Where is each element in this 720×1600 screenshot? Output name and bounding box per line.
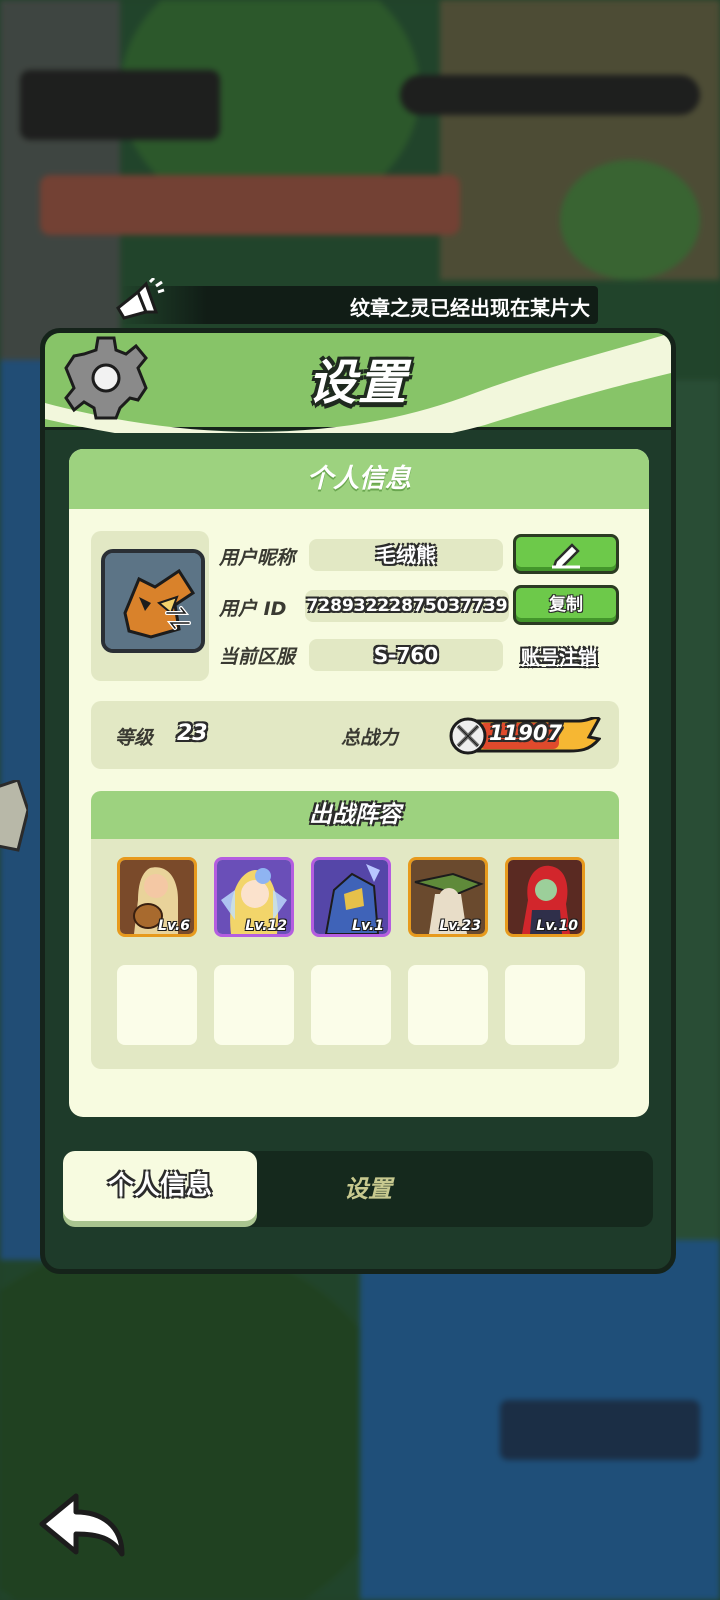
avatar-portrait [105,553,201,649]
hero-slot-4[interactable]: Lv.23 [408,857,488,937]
level-label: 等级 [115,727,154,749]
nickname-field: 毛绒熊 [309,539,503,571]
hero-slot-5[interactable]: Lv.10 [505,857,585,937]
edit-pencil-icon [552,543,580,569]
hero-slot-1[interactable]: Lv.6 [117,857,197,937]
tab-settings[interactable]: 设置 [283,1151,453,1227]
announcement-text: 纹章之灵已经出现在某片大 [350,296,590,320]
empty-slot[interactable] [117,965,197,1045]
hero-level: Lv.6 [158,918,190,934]
profile-card: 个人信息 用户昵称 毛绒熊 用户 ID [69,449,649,1117]
settings-panel: 设置 个人信息 用户昵称 毛绒熊 [40,328,676,1274]
server-field: S-760 [309,639,503,671]
profile-section-title: 个人信息 [69,449,649,509]
avatar-box[interactable] [91,531,209,681]
nickname-label: 用户昵称 [219,547,296,569]
user-id-field: 7289322287503773​9 [305,590,509,622]
hero-level: Lv.1 [352,918,384,934]
power-label: 总战力 [341,727,399,749]
stats-bar: 等级 23 总战力 11907 [91,701,619,769]
hero-level: Lv.10 [536,918,578,934]
panel-title: 设置 [307,355,408,411]
empty-slot[interactable] [408,965,488,1045]
side-character-icon[interactable] [0,780,28,852]
swap-icon[interactable] [163,603,193,633]
server-label: 当前区服 [219,646,296,668]
user-id-label: 用户 ID [219,598,287,620]
tab-personal-info[interactable]: 个人信息 [63,1151,257,1221]
hero-level: Lv.12 [245,918,287,934]
empty-slot[interactable] [505,965,585,1045]
edit-nickname-button[interactable] [513,534,619,574]
announcement-banner: 纹章之灵已经出现在某片大 [120,286,598,324]
battle-lineup: 出战阵容 Lv.6 Lv.12 Lv.1 Lv.23 Lv.10 [91,791,619,1069]
level-value: 23 [177,721,208,746]
panel-header: 设置 [45,333,671,433]
hero-slot-2[interactable]: Lv.12 [214,857,294,937]
hero-slot-3[interactable]: Lv.1 [311,857,391,937]
power-value: 11907 [489,721,563,745]
empty-slot[interactable] [311,965,391,1045]
lineup-title: 出战阵容 [91,791,619,839]
empty-slot[interactable] [214,965,294,1045]
cancel-account-link[interactable]: 账号注销 [521,643,597,670]
copy-id-button[interactable]: 复制 [513,585,619,625]
tab-bar: 个人信息 设置 [63,1151,653,1227]
megaphone-icon [116,278,165,320]
hero-level: Lv.23 [439,918,481,934]
back-arrow-icon[interactable] [36,1490,128,1560]
avatar[interactable] [101,549,205,653]
